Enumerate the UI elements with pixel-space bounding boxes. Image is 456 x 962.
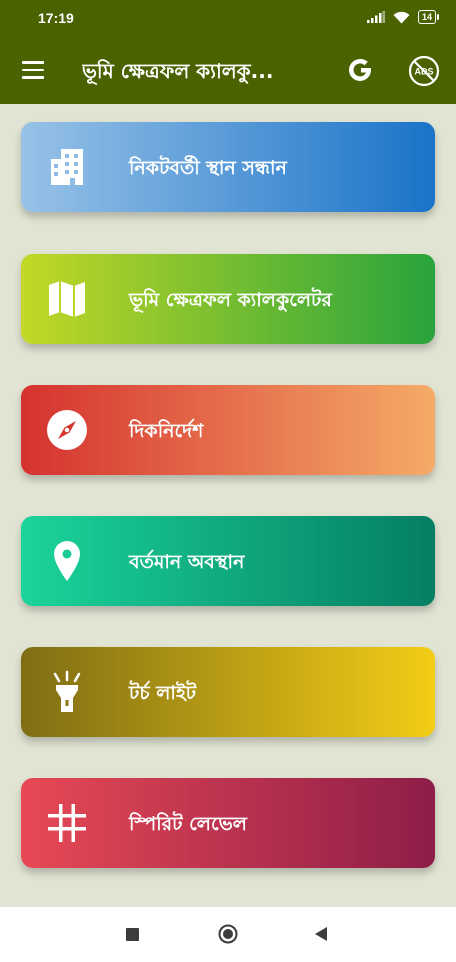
app-root: 17:19 14 ভূমি ক্ষেত্রফল ক্যালকু... ADS ন… xyxy=(0,0,456,962)
nearby-place-search-button[interactable]: নিকটবর্তী স্থান সন্ধান xyxy=(21,122,435,212)
card-label: স্পিরিট লেভেল xyxy=(129,813,247,835)
battery-indicator: 14 xyxy=(417,10,440,24)
svg-text:ADS: ADS xyxy=(414,67,433,77)
app-title: ভূমি ক্ষেত্রফল ক্যালকু... xyxy=(82,59,274,83)
card-label: দিকনির্দেশ xyxy=(129,420,204,442)
toolbar: ভূমি ক্ষেত্রফল ক্যালকু... ADS xyxy=(0,38,456,104)
no-ads-icon[interactable]: ADS xyxy=(407,54,441,88)
status-bar: 17:19 14 xyxy=(0,0,456,38)
wifi-icon xyxy=(393,11,410,23)
flashlight-icon xyxy=(53,670,81,712)
status-icons: 14 xyxy=(366,10,440,24)
hamburger-menu-icon[interactable] xyxy=(18,56,48,86)
card-label: বর্তমান অবস্থান xyxy=(129,551,245,573)
compass-icon xyxy=(47,410,87,450)
app-header: 17:19 14 ভূমি ক্ষেত্রফল ক্যালকু... ADS xyxy=(0,0,456,104)
location-pin-icon xyxy=(54,541,80,581)
system-nav-bar xyxy=(0,907,456,962)
direction-button[interactable]: দিকনির্দেশ xyxy=(21,385,435,475)
status-time: 17:19 xyxy=(38,10,74,26)
home-circle-icon[interactable] xyxy=(218,924,238,944)
back-triangle-icon[interactable] xyxy=(313,926,329,942)
current-location-button[interactable]: বর্তমান অবস্থান xyxy=(21,516,435,606)
spirit-level-button[interactable]: স্পিরিট লেভেল xyxy=(21,778,435,868)
card-label: নিকটবর্তী স্থান সন্ধান xyxy=(129,157,287,179)
card-label: ভূমি ক্ষেত্রফল ক্যালকুলেটর xyxy=(129,289,332,311)
map-icon xyxy=(49,281,85,317)
recents-square-icon[interactable] xyxy=(126,928,139,941)
g-logo-icon[interactable] xyxy=(344,54,376,86)
card-label: টর্চ লাইট xyxy=(129,682,197,704)
spirit-level-icon xyxy=(48,804,86,842)
building-icon xyxy=(51,149,83,185)
torch-light-button[interactable]: টর্চ লাইট xyxy=(21,647,435,737)
signal-icon xyxy=(366,11,385,23)
land-area-calculator-button[interactable]: ভূমি ক্ষেত্রফল ক্যালকুলেটর xyxy=(21,254,435,344)
